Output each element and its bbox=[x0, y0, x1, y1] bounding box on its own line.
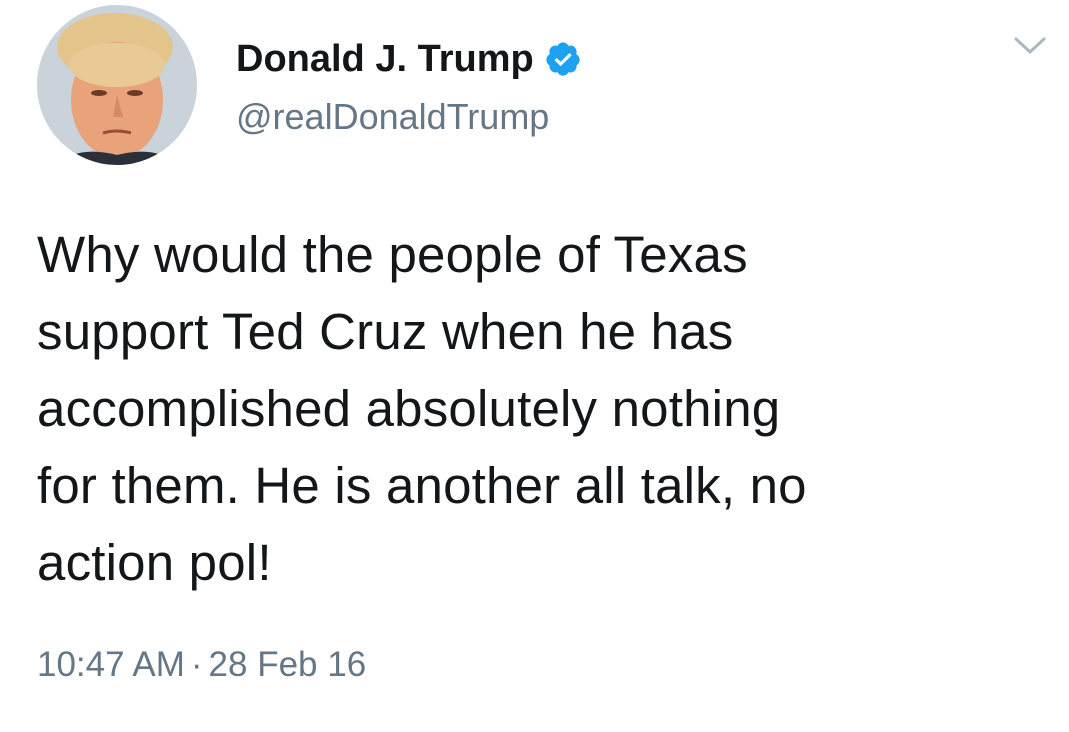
name-row: Donald J. Trump bbox=[236, 34, 582, 84]
display-name[interactable]: Donald J. Trump bbox=[236, 38, 534, 81]
tweet-card: Donald J. Trump @realDonaldTrump Why wou… bbox=[0, 0, 1069, 732]
tweet-timestamp[interactable]: 10:47 AM · 28 Feb 16 bbox=[37, 645, 366, 685]
chevron-down-icon[interactable] bbox=[1012, 34, 1048, 58]
tweet-text: Why would the people of Texas support Te… bbox=[37, 226, 807, 591]
tweet-time: 10:47 AM bbox=[37, 645, 185, 684]
avatar-image bbox=[37, 5, 197, 165]
meta-separator: · bbox=[190, 645, 203, 684]
verified-badge-icon bbox=[544, 40, 582, 78]
avatar[interactable] bbox=[37, 5, 197, 165]
tweet-date: 28 Feb 16 bbox=[208, 645, 367, 684]
user-handle[interactable]: @realDonaldTrump bbox=[236, 96, 549, 138]
